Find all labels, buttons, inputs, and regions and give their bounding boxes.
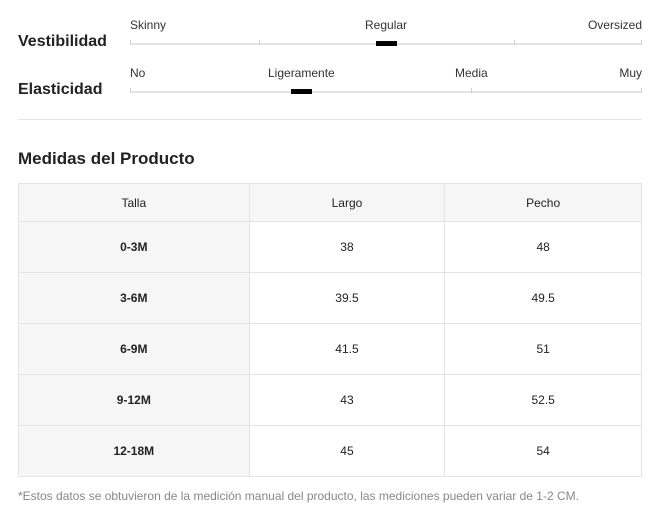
chest-cell: 51 [444, 323, 642, 375]
length-cell: 45 [248, 425, 446, 477]
length-cell: 41.5 [248, 323, 446, 375]
elasticity-notch-2 [641, 88, 642, 93]
length-cell: 38 [248, 221, 446, 273]
size-cell: 6-9M [18, 323, 250, 375]
elasticity-scale: Elasticidad No Ligeramente Media Muy [18, 66, 642, 114]
measurements-title: Medidas del Producto [18, 149, 195, 168]
column-header-length: Largo [248, 183, 446, 222]
length-cell: 43 [248, 374, 446, 426]
table-row: 0-3M 38 48 [18, 221, 642, 273]
elasticity-notch-1 [471, 88, 472, 93]
table-row: 6-9M 41.5 51 [18, 323, 642, 375]
fit-scale: Vestibilidad Skinny Regular Oversized [18, 18, 642, 66]
size-cell: 12-18M [18, 425, 250, 477]
elasticity-notch-0 [130, 88, 131, 93]
table-row: 9-12M 43 52.5 [18, 374, 642, 426]
elasticity-tick-media: Media [455, 66, 488, 80]
elasticity-tick-muy: Muy [619, 66, 642, 80]
size-cell: 3-6M [18, 272, 250, 324]
chest-cell: 52.5 [444, 374, 642, 426]
fit-notch-0 [130, 40, 131, 45]
fit-tick-regular: Regular [365, 18, 408, 32]
elasticity-track: No Ligeramente Media Muy [130, 66, 642, 106]
size-table: Talla Largo Pecho 0-3M 38 48 3-6M 39.5 4… [18, 183, 642, 477]
chest-cell: 54 [444, 425, 642, 477]
table-row: 3-6M 39.5 49.5 [18, 272, 642, 324]
column-header-size: Talla [18, 183, 250, 222]
fit-tick-skinny: Skinny [130, 18, 167, 32]
size-cell: 9-12M [18, 374, 250, 426]
table-row: 12-18M 45 54 [18, 425, 642, 477]
fit-selected-marker [376, 41, 397, 46]
section-divider [18, 119, 642, 120]
elasticity-label: Elasticidad [18, 81, 103, 98]
size-cell: 0-3M [18, 221, 250, 273]
fit-track: Skinny Regular Oversized [130, 18, 642, 58]
fit-notch-2 [514, 40, 515, 45]
elasticity-selected-marker [291, 89, 312, 94]
table-header-row: Talla Largo Pecho [18, 183, 642, 222]
measurement-footnote: *Estos datos se obtuvieron de la medició… [18, 489, 579, 503]
fit-label: Vestibilidad [18, 33, 107, 50]
length-cell: 39.5 [248, 272, 446, 324]
elasticity-track-line [130, 91, 642, 93]
column-header-chest: Pecho [444, 183, 642, 222]
fit-notch-1 [259, 40, 260, 45]
chest-cell: 49.5 [444, 272, 642, 324]
elasticity-tick-ligeramente: Ligeramente [268, 66, 335, 80]
fit-notch-3 [641, 40, 642, 45]
chest-cell: 48 [444, 221, 642, 273]
elasticity-tick-no: No [130, 66, 146, 80]
fit-tick-oversized: Oversized [587, 18, 642, 32]
